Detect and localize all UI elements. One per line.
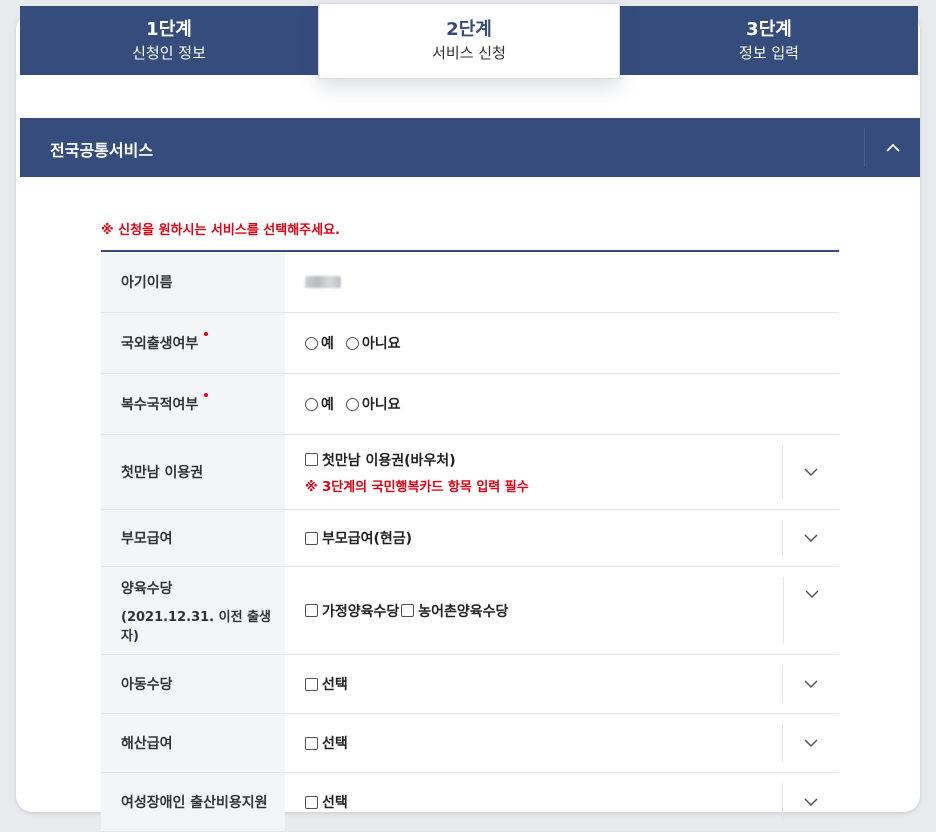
dual-nationality-no-radio[interactable]: 아니요 — [345, 394, 401, 414]
section-collapse-button[interactable] — [864, 128, 920, 167]
row-label: 여성장애인 출산비용지원 — [101, 773, 285, 831]
selection-notice: ※ 신청을 원하시는 서비스를 선택해주세요. — [101, 223, 341, 238]
dual-nationality-yes-radio[interactable]: 예 — [305, 394, 334, 414]
row-maternity-pay: 해산급여 선택 — [101, 714, 839, 773]
step-1-name: 신청인 정보 — [132, 43, 206, 62]
first-meeting-voucher-checkbox[interactable]: 첫만남 이용권(바우처) — [305, 450, 827, 470]
chevron-down-icon — [804, 798, 818, 807]
chevron-up-icon — [885, 143, 900, 152]
service-table: 아기이름 국외출생여부 예 아니요 복수국적여부 예 아니요 첫만남 이용권 첫… — [101, 250, 839, 832]
row-dual-nationality: 복수국적여부 예 아니요 — [101, 374, 839, 435]
row-label: 부모급여 — [101, 510, 285, 566]
maternity-pay-expand-button[interactable] — [782, 724, 839, 762]
row-disabled-women-birth-support: 여성장애인 출산비용지원 선택 — [101, 773, 839, 832]
childcare-label-sub: (2021.12.31. 이전 출생자) — [121, 609, 272, 644]
home-childcare-checkbox[interactable]: 가정양육수당 — [305, 601, 399, 621]
childcare-expand-button[interactable] — [783, 577, 839, 644]
chevron-down-icon — [804, 590, 819, 599]
baby-name-value-blurred — [305, 276, 341, 288]
chevron-down-icon — [804, 680, 818, 689]
section-title: 전국공통서비스 — [50, 141, 154, 160]
required-dot — [204, 393, 209, 397]
step-2-name: 서비스 신청 — [432, 44, 506, 62]
row-baby-name: 아기이름 — [101, 252, 839, 313]
row-label: 아동수당 — [101, 655, 285, 713]
first-meeting-note: ※ 3단계의 국민행복카드 항목 입력 필수 — [305, 479, 529, 495]
parent-pay-expand-button[interactable] — [782, 520, 839, 556]
disabled-women-expand-button[interactable] — [782, 783, 839, 821]
row-label: 첫만남 이용권 — [101, 435, 285, 509]
row-first-meeting: 첫만남 이용권 첫만남 이용권(바우처) ※ 3단계의 국민행복카드 항목 입력… — [101, 435, 839, 510]
section-content: ※ 신청을 원하시는 서비스를 선택해주세요. 아기이름 국외출생여부 예 아니… — [20, 177, 920, 832]
row-label: 국외출생여부 — [101, 313, 285, 373]
row-label: 해산급여 — [101, 714, 285, 772]
row-childcare: 양육수당 (2021.12.31. 이전 출생자) 가정양육수당 농어촌양육수당 — [101, 567, 839, 655]
step-2[interactable]: 2단계 서비스 신청 — [318, 3, 620, 79]
step-3-number: 3단계 — [746, 18, 792, 40]
first-meeting-expand-button[interactable] — [782, 445, 839, 499]
row-parent-pay: 부모급여 부모급여(현금) — [101, 510, 839, 567]
section-header: 전국공통서비스 — [20, 118, 920, 177]
step-3[interactable]: 3단계 정보 입력 — [620, 6, 918, 75]
disabled-women-checkbox[interactable]: 선택 — [305, 792, 827, 812]
step-2-number: 2단계 — [446, 19, 492, 40]
foreign-birth-yes-radio[interactable]: 예 — [305, 333, 334, 353]
maternity-pay-checkbox[interactable]: 선택 — [305, 733, 827, 753]
required-dot — [204, 332, 209, 336]
row-foreign-birth: 국외출생여부 예 아니요 — [101, 313, 839, 374]
step-1-number: 1단계 — [146, 18, 192, 40]
row-label: 양육수당 (2021.12.31. 이전 출생자) — [101, 567, 285, 654]
rural-childcare-checkbox[interactable]: 농어촌양육수당 — [401, 601, 508, 621]
chevron-down-icon — [804, 468, 818, 477]
step-1[interactable]: 1단계 신청인 정보 — [20, 6, 318, 75]
chevron-down-icon — [804, 534, 818, 543]
row-label: 아기이름 — [101, 252, 285, 312]
row-child-allowance: 아동수당 선택 — [101, 655, 839, 714]
child-allowance-checkbox[interactable]: 선택 — [305, 674, 827, 694]
child-allowance-expand-button[interactable] — [782, 665, 839, 703]
chevron-down-icon — [804, 739, 818, 748]
parent-pay-checkbox[interactable]: 부모급여(현금) — [305, 528, 827, 548]
foreign-birth-no-radio[interactable]: 아니요 — [345, 333, 401, 353]
row-label: 복수국적여부 — [101, 374, 285, 434]
step-3-name: 정보 입력 — [739, 43, 799, 62]
step-tabs: 1단계 신청인 정보 2단계 서비스 신청 3단계 정보 입력 — [20, 3, 918, 79]
